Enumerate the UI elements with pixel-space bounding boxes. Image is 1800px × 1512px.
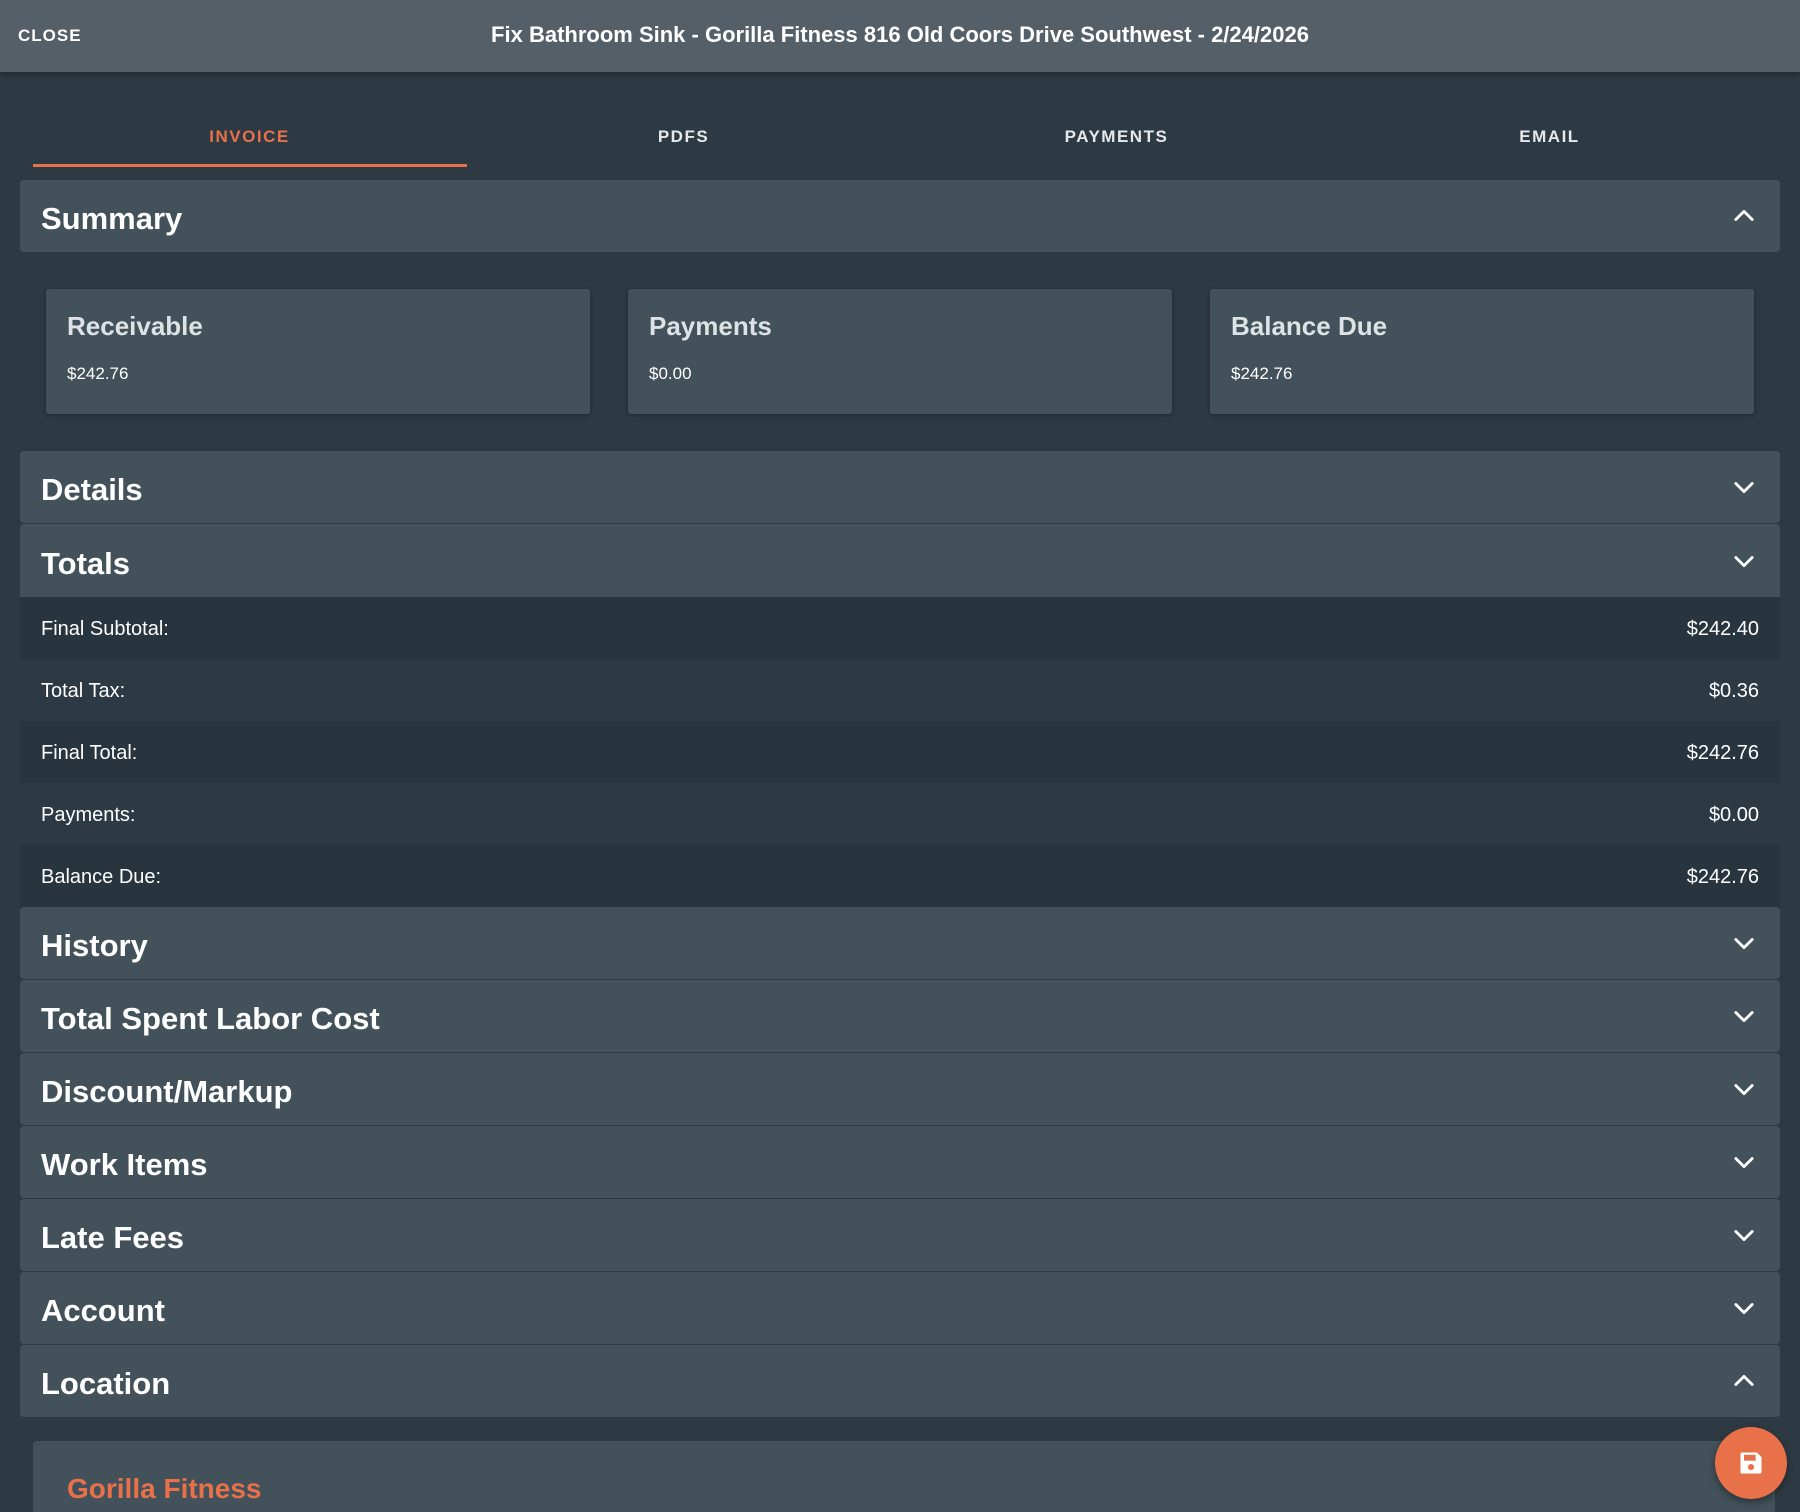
balance-due-card-value: $242.76 [1231, 364, 1293, 383]
totals-row-value: $0.00 [1708, 804, 1759, 826]
discount-markup-panel-header[interactable]: Discount/Markup [20, 1053, 1780, 1125]
top-bar: CLOSE Fix Bathroom Sink - Gorilla Fitnes… [0, 0, 1800, 72]
tab-email[interactable]: EMAIL [1333, 127, 1766, 147]
tab-pdfs[interactable]: PDFS [467, 127, 900, 147]
details-title: Details [41, 472, 143, 507]
totals-row-payments: Payments: $0.00 [20, 783, 1780, 845]
receivable-card-title: Receivable [67, 311, 203, 341]
account-title: Account [41, 1293, 165, 1328]
receivable-card: Receivable $242.76 [46, 289, 590, 414]
total-spent-labor-cost-title: Total Spent Labor Cost [41, 1001, 380, 1036]
tab-payments[interactable]: PAYMENTS [900, 127, 1333, 147]
discount-markup-title: Discount/Markup [41, 1074, 293, 1109]
chevron-down-icon [1734, 1303, 1754, 1315]
receivable-card-value: $242.76 [67, 364, 129, 383]
totals-row-label: Final Total: [41, 742, 138, 764]
chevron-up-icon [1734, 1374, 1754, 1386]
details-panel-header[interactable]: Details [20, 451, 1780, 523]
tab-bar: INVOICE PDFS PAYMENTS EMAIL [0, 72, 1800, 168]
active-tab-indicator [33, 164, 467, 167]
payments-card: Payments $0.00 [628, 289, 1172, 414]
account-panel-header[interactable]: Account [20, 1272, 1780, 1344]
save-icon [1740, 1452, 1762, 1474]
totals-row-value: $242.40 [1686, 618, 1759, 640]
totals-row-value: $242.76 [1686, 866, 1759, 888]
tab-invoice[interactable]: INVOICE [33, 127, 466, 147]
totals-row-final-total: Final Total: $242.76 [20, 721, 1780, 783]
total-spent-labor-cost-panel-header[interactable]: Total Spent Labor Cost [20, 980, 1780, 1052]
totals-row-value: $242.76 [1686, 742, 1759, 764]
totals-row-balance-due: Balance Due: $242.76 [20, 845, 1780, 907]
location-panel-header[interactable]: Location [20, 1345, 1780, 1417]
chevron-down-icon [1734, 1011, 1754, 1023]
history-panel-header[interactable]: History [20, 907, 1780, 979]
balance-due-card-title: Balance Due [1231, 311, 1388, 341]
save-button[interactable] [1715, 1427, 1787, 1499]
history-title: History [41, 928, 148, 963]
summary-title: Summary [41, 201, 183, 236]
totals-panel-header[interactable]: Totals [20, 524, 1780, 597]
totals-row-label: Payments: [41, 804, 136, 826]
summary-panel-header[interactable]: Summary [20, 180, 1780, 252]
totals-title: Totals [41, 546, 130, 581]
payments-card-value: $0.00 [649, 364, 692, 383]
work-items-title: Work Items [41, 1147, 208, 1182]
late-fees-panel-header[interactable]: Late Fees [20, 1199, 1780, 1271]
work-items-panel-header[interactable]: Work Items [20, 1126, 1780, 1198]
chevron-down-icon [1734, 938, 1754, 950]
totals-row-label: Total Tax: [41, 680, 126, 702]
chevron-down-icon [1734, 1157, 1754, 1169]
chevron-down-icon [1734, 482, 1754, 494]
totals-row-total-tax: Total Tax: $0.36 [20, 659, 1780, 721]
location-title: Location [41, 1366, 171, 1401]
totals-row-label: Balance Due: [41, 866, 162, 888]
location-name: Gorilla Fitness [67, 1473, 262, 1504]
totals-row-final-subtotal: Final Subtotal: $242.40 [20, 597, 1780, 659]
chevron-down-icon [1734, 556, 1754, 568]
totals-row-value: $0.36 [1708, 680, 1759, 702]
page-title: Fix Bathroom Sink - Gorilla Fitness 816 … [491, 22, 1309, 47]
late-fees-title: Late Fees [41, 1220, 185, 1255]
chevron-down-icon [1734, 1230, 1754, 1242]
totals-row-label: Final Subtotal: [41, 618, 169, 640]
chevron-up-icon [1734, 209, 1754, 221]
chevron-down-icon [1734, 1084, 1754, 1096]
payments-card-title: Payments [649, 311, 772, 341]
balance-due-card: Balance Due $242.76 [1210, 289, 1754, 414]
location-card: Gorilla Fitness [33, 1441, 1775, 1512]
